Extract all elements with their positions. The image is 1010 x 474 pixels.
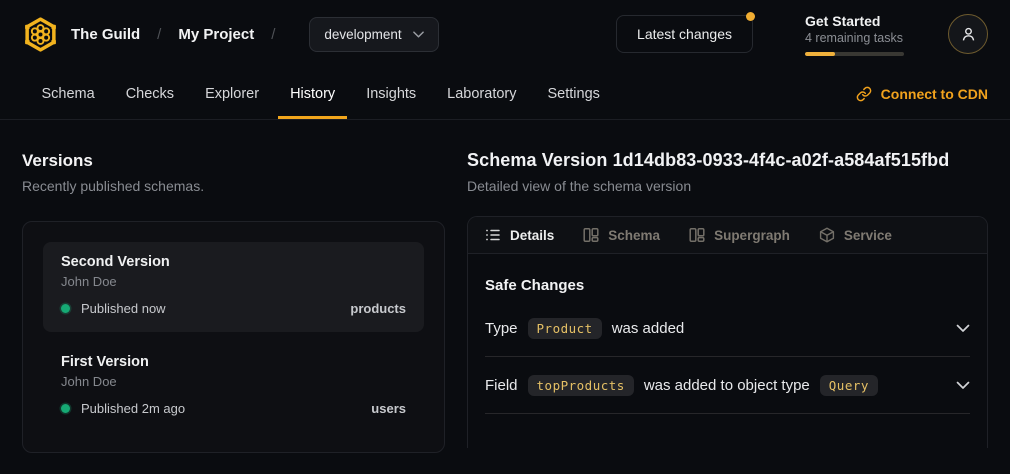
- versions-title: Versions: [22, 151, 445, 171]
- published-status-dot: [61, 304, 70, 313]
- primary-nav: Schema Checks Explorer History Insights …: [0, 68, 1010, 120]
- chevron-down-icon[interactable]: [956, 381, 970, 390]
- notification-dot: [746, 12, 755, 21]
- change-row-type-added[interactable]: Type Product was added: [485, 300, 970, 357]
- schema-version-title: Schema Version 1d14db83-0933-4f4c-a02f-a…: [467, 150, 988, 171]
- tab-laboratory[interactable]: Laboratory: [435, 68, 528, 119]
- schema-version-panel: Details Schema: [467, 216, 988, 448]
- versions-column: Versions Recently published schemas. Sec…: [22, 120, 445, 453]
- tab-schema-detail[interactable]: Schema: [583, 227, 660, 243]
- published-status-dot: [61, 404, 70, 413]
- tab-details[interactable]: Details: [485, 227, 554, 243]
- version-card-second[interactable]: Second Version John Doe Published now pr…: [43, 242, 424, 332]
- tab-schema-label: Schema: [608, 228, 660, 243]
- tab-supergraph[interactable]: Supergraph: [689, 227, 790, 243]
- tab-history[interactable]: History: [278, 68, 347, 119]
- breadcrumb-separator: /: [271, 26, 275, 43]
- change-prefix: Field: [485, 377, 518, 394]
- published-label: Published 2m ago: [81, 401, 185, 416]
- change-row-field-added[interactable]: Field topProducts was added to object ty…: [485, 357, 970, 414]
- target-selector-dropdown[interactable]: development: [309, 17, 438, 52]
- service-name: users: [371, 401, 406, 416]
- version-card-first[interactable]: First Version John Doe Published 2m ago …: [43, 342, 424, 432]
- chevron-down-icon: [413, 31, 424, 38]
- versions-subtitle: Recently published schemas.: [22, 178, 445, 194]
- code-chip: Product: [528, 318, 602, 339]
- service-name: products: [350, 301, 406, 316]
- latest-changes-button[interactable]: Latest changes: [616, 15, 753, 53]
- version-title: First Version: [61, 354, 406, 370]
- target-selector-value: development: [324, 27, 401, 42]
- version-title: Second Version: [61, 254, 406, 270]
- tab-checks[interactable]: Checks: [114, 68, 186, 119]
- hive-logo-icon: [22, 16, 59, 53]
- changes-section: Safe Changes Type Product was added Fiel…: [468, 254, 987, 414]
- latest-changes-label: Latest changes: [637, 26, 732, 42]
- tab-service[interactable]: Service: [819, 227, 892, 243]
- connect-to-cdn-label: Connect to CDN: [881, 86, 988, 102]
- user-avatar-button[interactable]: [948, 14, 988, 54]
- tab-explorer[interactable]: Explorer: [193, 68, 271, 119]
- breadcrumb-project[interactable]: My Project: [178, 26, 254, 43]
- get-started-title: Get Started: [805, 13, 904, 29]
- version-author: John Doe: [61, 274, 406, 289]
- tab-details-label: Details: [510, 228, 554, 243]
- tab-supergraph-label: Supergraph: [714, 228, 790, 243]
- detail-column: Schema Version 1d14db83-0933-4f4c-a02f-a…: [467, 120, 988, 453]
- versions-list: Second Version John Doe Published now pr…: [22, 221, 445, 453]
- schema-version-subtitle: Detailed view of the schema version: [467, 178, 988, 194]
- tab-service-label: Service: [844, 228, 892, 243]
- change-prefix: Type: [485, 320, 518, 337]
- get-started-remaining: 4 remaining tasks: [805, 31, 904, 45]
- code-chip: topProducts: [528, 375, 634, 396]
- tab-insights[interactable]: Insights: [354, 68, 428, 119]
- breadcrumb-separator: /: [157, 26, 161, 43]
- user-icon: [960, 26, 977, 43]
- list-icon: [485, 227, 501, 243]
- columns-icon: [583, 227, 599, 243]
- detail-tabbar: Details Schema: [468, 217, 987, 254]
- get-started-progress-fill: [805, 52, 835, 56]
- cube-icon: [819, 227, 835, 243]
- columns-icon: [689, 227, 705, 243]
- get-started-widget[interactable]: Get Started 4 remaining tasks: [805, 13, 904, 56]
- org-name[interactable]: The Guild: [71, 26, 140, 43]
- version-author: John Doe: [61, 374, 406, 389]
- link-icon: [856, 86, 872, 102]
- safe-changes-heading: Safe Changes: [485, 277, 970, 294]
- code-chip: Query: [820, 375, 878, 396]
- change-suffix: was added to object type: [644, 377, 810, 394]
- tab-settings[interactable]: Settings: [536, 68, 612, 119]
- get-started-progressbar: [805, 52, 904, 56]
- chevron-down-icon[interactable]: [956, 324, 970, 333]
- app-header: The Guild / My Project / development Lat…: [0, 0, 1010, 68]
- brand[interactable]: The Guild: [22, 16, 140, 53]
- tab-schema[interactable]: Schema: [30, 68, 107, 119]
- change-suffix: was added: [612, 320, 685, 337]
- connect-to-cdn-link[interactable]: Connect to CDN: [856, 68, 988, 119]
- published-label: Published now: [81, 301, 166, 316]
- main-content: Versions Recently published schemas. Sec…: [0, 120, 1010, 453]
